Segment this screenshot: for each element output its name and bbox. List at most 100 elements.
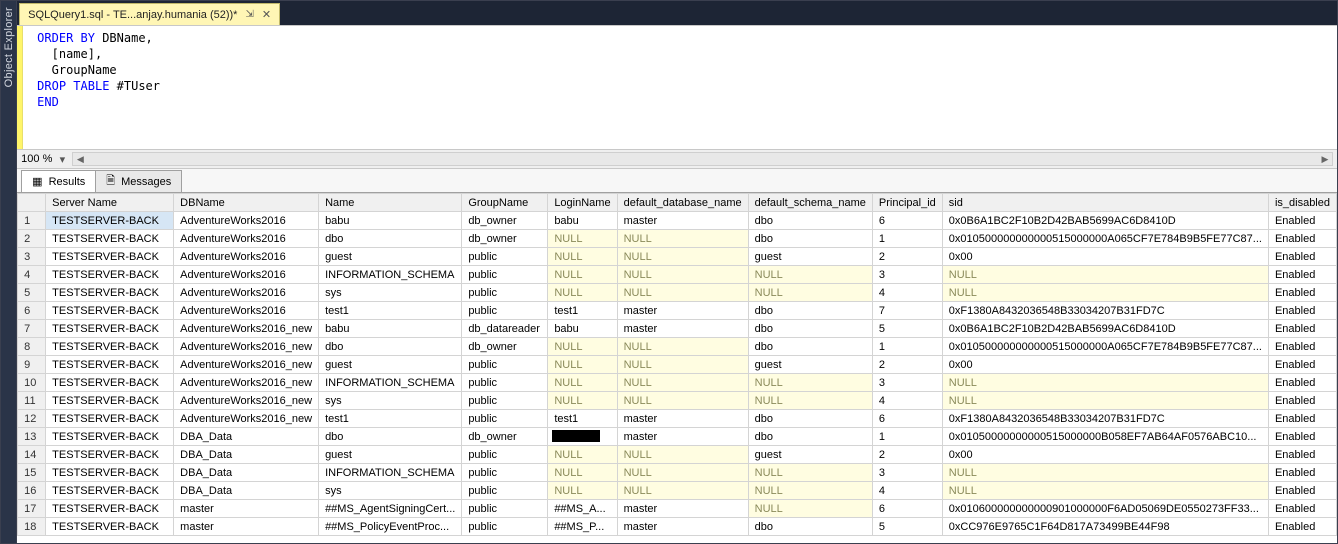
cell[interactable]: dbo — [748, 212, 872, 230]
cell[interactable]: 1 — [872, 338, 942, 356]
cell[interactable]: Enabled — [1268, 482, 1336, 500]
cell[interactable]: NULL — [617, 248, 748, 266]
table-row[interactable]: 13TESTSERVER-BACKDBA_Datadbodb_ownermast… — [18, 428, 1337, 446]
cell[interactable]: TESTSERVER-BACK — [46, 410, 174, 428]
cell[interactable]: NULL — [748, 392, 872, 410]
code-area[interactable]: ORDER BY DBName, [name], GroupNameDROP T… — [23, 26, 170, 149]
cell[interactable]: master — [174, 518, 319, 536]
cell[interactable]: db_owner — [462, 338, 548, 356]
cell[interactable]: 0x00 — [942, 356, 1268, 374]
row-number[interactable]: 1 — [18, 212, 46, 230]
cell[interactable]: AdventureWorks2016 — [174, 284, 319, 302]
cell[interactable]: public — [462, 392, 548, 410]
cell[interactable]: TESTSERVER-BACK — [46, 230, 174, 248]
cell[interactable]: master — [617, 500, 748, 518]
cell[interactable]: NULL — [617, 230, 748, 248]
cell[interactable]: 3 — [872, 266, 942, 284]
cell[interactable]: test1 — [319, 302, 462, 320]
cell[interactable]: INFORMATION_SCHEMA — [319, 374, 462, 392]
cell[interactable]: NULL — [748, 284, 872, 302]
zoom-dropdown-icon[interactable]: ▾ — [56, 153, 68, 166]
cell[interactable]: NULL — [748, 374, 872, 392]
column-header[interactable]: Name — [319, 194, 462, 212]
cell[interactable]: guest — [319, 248, 462, 266]
table-row[interactable]: 5TESTSERVER-BACKAdventureWorks2016syspub… — [18, 284, 1337, 302]
cell[interactable]: 0x0B6A1BC2F10B2D42BAB5699AC6D8410D — [942, 320, 1268, 338]
cell[interactable]: dbo — [748, 410, 872, 428]
column-header[interactable]: GroupName — [462, 194, 548, 212]
cell[interactable]: AdventureWorks2016_new — [174, 356, 319, 374]
cell[interactable]: INFORMATION_SCHEMA — [319, 266, 462, 284]
column-header[interactable]: sid — [942, 194, 1268, 212]
cell[interactable]: NULL — [617, 266, 748, 284]
cell[interactable]: TESTSERVER-BACK — [46, 428, 174, 446]
cell[interactable]: AdventureWorks2016_new — [174, 410, 319, 428]
cell[interactable]: guest — [748, 356, 872, 374]
cell[interactable]: TESTSERVER-BACK — [46, 500, 174, 518]
cell[interactable]: NULL — [942, 266, 1268, 284]
cell[interactable]: NULL — [748, 482, 872, 500]
cell[interactable]: AdventureWorks2016_new — [174, 392, 319, 410]
cell[interactable]: Enabled — [1268, 320, 1336, 338]
cell[interactable]: Enabled — [1268, 338, 1336, 356]
cell[interactable]: 1 — [872, 428, 942, 446]
cell[interactable]: public — [462, 266, 548, 284]
cell[interactable]: test1 — [548, 302, 617, 320]
table-row[interactable]: 14TESTSERVER-BACKDBA_DataguestpublicNULL… — [18, 446, 1337, 464]
cell[interactable]: Enabled — [1268, 302, 1336, 320]
cell[interactable]: 0x010600000000000901000000F6AD05069DE055… — [942, 500, 1268, 518]
cell[interactable]: TESTSERVER-BACK — [46, 338, 174, 356]
cell[interactable]: Enabled — [1268, 266, 1336, 284]
cell[interactable]: 0xF1380A8432036548B33034207B31FD7C — [942, 302, 1268, 320]
row-number[interactable]: 12 — [18, 410, 46, 428]
cell[interactable]: master — [174, 500, 319, 518]
cell[interactable]: public — [462, 518, 548, 536]
cell[interactable]: 4 — [872, 482, 942, 500]
cell[interactable]: db_owner — [462, 428, 548, 446]
cell[interactable]: NULL — [548, 284, 617, 302]
column-header[interactable]: is_disabled — [1268, 194, 1336, 212]
table-row[interactable]: 2TESTSERVER-BACKAdventureWorks2016dbodb_… — [18, 230, 1337, 248]
cell[interactable]: 6 — [872, 500, 942, 518]
cell[interactable]: dbo — [319, 338, 462, 356]
cell[interactable]: TESTSERVER-BACK — [46, 248, 174, 266]
cell[interactable]: dbo — [748, 320, 872, 338]
cell[interactable]: 3 — [872, 374, 942, 392]
cell[interactable]: AdventureWorks2016 — [174, 266, 319, 284]
cell[interactable]: guest — [748, 248, 872, 266]
cell[interactable]: TESTSERVER-BACK — [46, 374, 174, 392]
cell[interactable]: TESTSERVER-BACK — [46, 392, 174, 410]
table-row[interactable]: 17TESTSERVER-BACKmaster##MS_AgentSigning… — [18, 500, 1337, 518]
row-number[interactable]: 2 — [18, 230, 46, 248]
cell[interactable]: public — [462, 302, 548, 320]
cell[interactable]: NULL — [942, 392, 1268, 410]
cell[interactable]: NULL — [617, 284, 748, 302]
table-row[interactable]: 1TESTSERVER-BACKAdventureWorks2016babudb… — [18, 212, 1337, 230]
cell[interactable]: NULL — [548, 482, 617, 500]
cell[interactable]: public — [462, 464, 548, 482]
table-row[interactable]: 11TESTSERVER-BACKAdventureWorks2016_news… — [18, 392, 1337, 410]
cell[interactable]: NULL — [617, 374, 748, 392]
row-number[interactable]: 7 — [18, 320, 46, 338]
table-row[interactable]: 3TESTSERVER-BACKAdventureWorks2016guestp… — [18, 248, 1337, 266]
cell[interactable]: AdventureWorks2016_new — [174, 374, 319, 392]
cell[interactable]: db_datareader — [462, 320, 548, 338]
cell[interactable] — [548, 428, 617, 446]
table-row[interactable]: 15TESTSERVER-BACKDBA_DataINFORMATION_SCH… — [18, 464, 1337, 482]
row-number[interactable]: 3 — [18, 248, 46, 266]
document-tab[interactable]: SQLQuery1.sql - TE...anjay.humania (52))… — [19, 3, 280, 25]
cell[interactable]: Enabled — [1268, 500, 1336, 518]
cell[interactable]: master — [617, 428, 748, 446]
cell[interactable]: ##MS_P... — [548, 518, 617, 536]
cell[interactable]: db_owner — [462, 212, 548, 230]
cell[interactable]: dbo — [748, 230, 872, 248]
cell[interactable]: 2 — [872, 356, 942, 374]
zoom-level[interactable]: 100 % — [21, 153, 52, 165]
cell[interactable]: 4 — [872, 392, 942, 410]
cell[interactable]: babu — [548, 320, 617, 338]
table-row[interactable]: 10TESTSERVER-BACKAdventureWorks2016_newI… — [18, 374, 1337, 392]
cell[interactable]: 0xCC976E9765C1F64D817A73499BE44F98 — [942, 518, 1268, 536]
table-row[interactable]: 12TESTSERVER-BACKAdventureWorks2016_newt… — [18, 410, 1337, 428]
cell[interactable]: 0x00 — [942, 248, 1268, 266]
cell[interactable]: TESTSERVER-BACK — [46, 356, 174, 374]
